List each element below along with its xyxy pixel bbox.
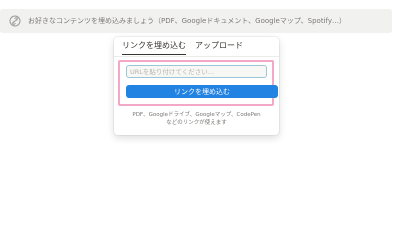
embed-placeholder-text: お好きなコンテンツを埋め込みましょう（PDF、Googleドキュメント、Goog… xyxy=(28,17,346,25)
hint-line-1: PDF、Googleドライブ、Googleマップ、CodePen xyxy=(132,112,261,118)
hint-line-2: などのリンクが使えます xyxy=(166,120,227,126)
supported-links-hint: PDF、Googleドライブ、Googleマップ、CodePen などのリンクが… xyxy=(114,111,279,127)
tabs-divider xyxy=(114,56,279,57)
embed-link-button[interactable]: リンクを埋め込む xyxy=(126,85,278,98)
embed-icon xyxy=(9,15,21,27)
embed-placeholder-bar[interactable]: お好きなコンテンツを埋め込みましょう（PDF、Googleドキュメント、Goog… xyxy=(0,9,392,33)
tab-embed-link[interactable]: リンクを埋め込む xyxy=(122,40,186,55)
url-input[interactable] xyxy=(126,65,267,78)
highlight-box: リンクを埋め込む xyxy=(118,60,278,106)
embed-popover: リンクを埋め込む アップロード リンクを埋め込む PDF、Googleドライブ、… xyxy=(114,37,279,135)
popover-tabs: リンクを埋め込む アップロード xyxy=(122,40,243,55)
tab-upload[interactable]: アップロード xyxy=(195,40,243,55)
